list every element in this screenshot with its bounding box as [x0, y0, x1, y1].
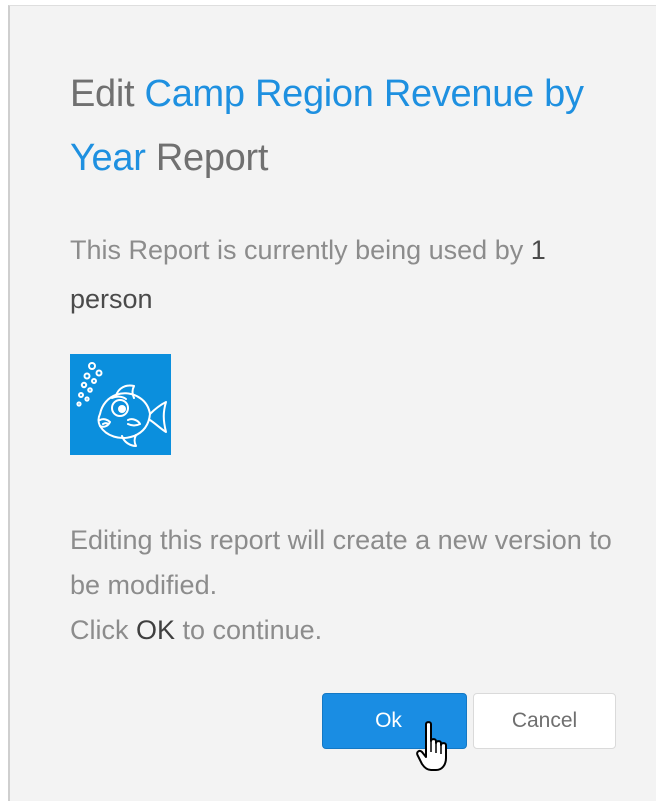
- ok-button-label: Ok: [375, 709, 402, 732]
- message-line-2-prefix: Click: [70, 615, 136, 645]
- message-line-2-suffix: to continue.: [175, 615, 323, 645]
- usage-notice: This Report is currently being used by 1…: [70, 226, 630, 324]
- edit-report-dialog: Edit Camp Region Revenue by Year Report …: [8, 5, 656, 801]
- edit-warning-message: Editing this report will create a new ve…: [70, 518, 630, 653]
- message-ok-keyword: OK: [136, 615, 176, 645]
- usage-text: This Report is currently being used by: [70, 235, 531, 265]
- user-avatar: [70, 354, 171, 455]
- fish-icon: [70, 354, 171, 455]
- title-prefix: Edit: [70, 73, 145, 115]
- title-suffix: Report: [145, 137, 269, 179]
- cancel-button[interactable]: Cancel: [473, 693, 616, 749]
- ok-button[interactable]: Ok: [322, 693, 467, 749]
- dialog-title: Edit Camp Region Revenue by Year Report: [70, 62, 610, 190]
- message-line-1: Editing this report will create a new ve…: [70, 525, 612, 600]
